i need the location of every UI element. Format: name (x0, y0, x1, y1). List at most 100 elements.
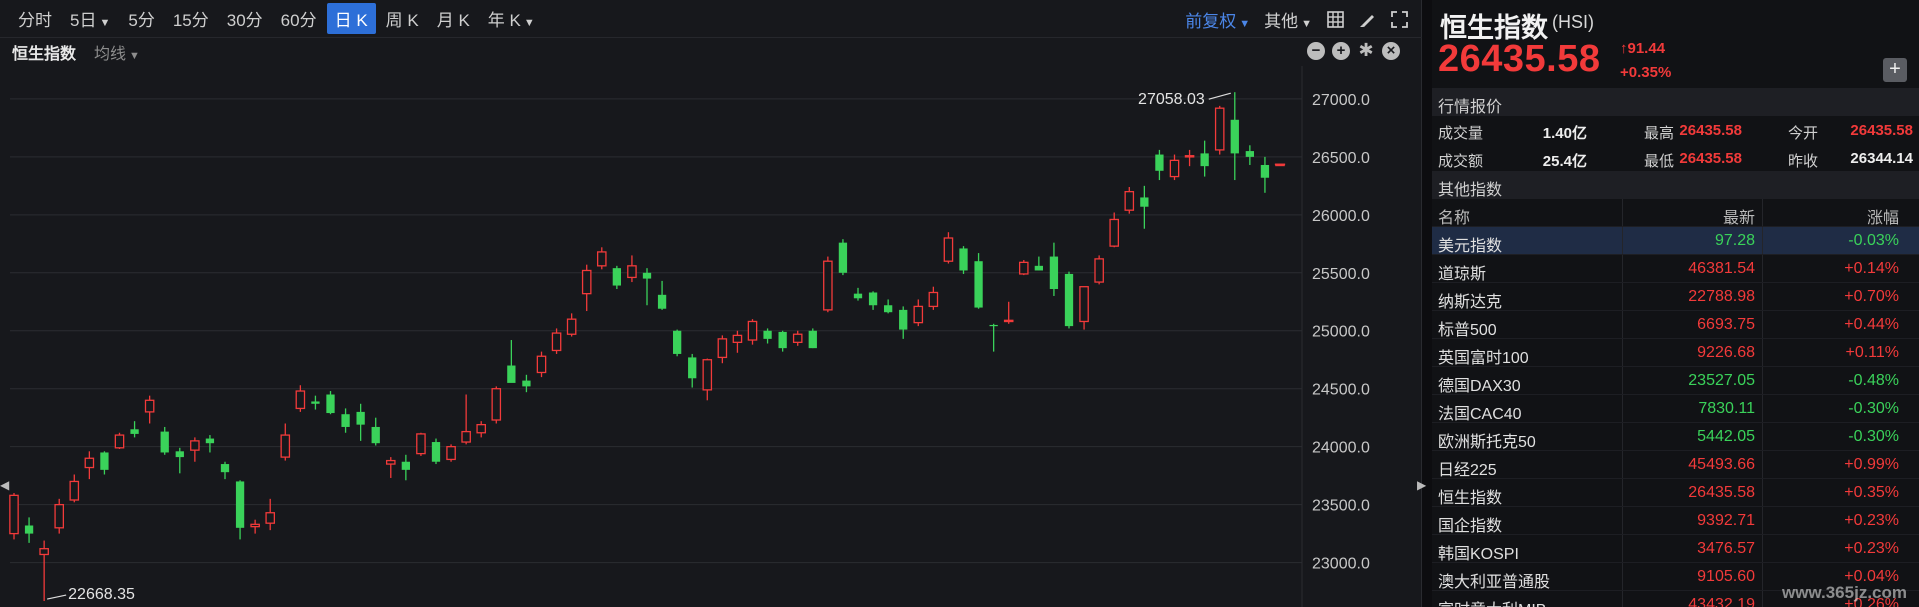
candle-body (401, 461, 411, 470)
price-change: ↑91.44 (1620, 40, 1665, 57)
index-row-latest: 9226.68 (1697, 344, 1755, 361)
candle-body (190, 440, 200, 451)
max-label: 27058.03 (1138, 91, 1205, 108)
period-tab[interactable]: 5分 (120, 3, 162, 34)
quote-label: 今开 (1788, 125, 1819, 142)
chevron-down-icon: ▼ (523, 17, 535, 29)
quote-value: 26435.58 (1679, 150, 1742, 167)
period-tab-label: 5分 (128, 11, 155, 30)
candle-body (959, 248, 968, 271)
period-tab[interactable]: 周 K (378, 3, 427, 34)
index-row-change: +0.23% (1844, 512, 1899, 529)
candle-body (838, 242, 848, 273)
chevron-down-icon: ▼ (99, 17, 111, 29)
period-tab[interactable]: 年 K ▼ (480, 3, 543, 34)
index-row[interactable]: 国企指数 9392.71 +0.23% (1432, 507, 1919, 535)
candle-body (974, 261, 983, 308)
index-row-change: +0.35% (1844, 484, 1899, 501)
quote-header: 恒生指数 (HSI) 26435.58 ↑91.44 +0.35% + (1432, 0, 1919, 88)
period-tab[interactable]: 分时 (10, 3, 60, 34)
add-watchlist-button[interactable]: + (1883, 58, 1907, 82)
quote-section-header: 行情报价 (1432, 88, 1919, 116)
candle-body (461, 430, 471, 443)
index-row[interactable]: 恒生指数 26435.58 +0.35% (1432, 479, 1919, 507)
candle-body (235, 481, 245, 528)
index-row-name: 法国CAC40 (1438, 406, 1522, 423)
grid-icon[interactable] (1326, 10, 1344, 28)
zoom-out-icon[interactable]: − (1307, 42, 1325, 60)
collapse-right-icon[interactable]: ▶ (1417, 478, 1427, 502)
index-row-name: 欧洲斯托克50 (1438, 434, 1536, 451)
period-tab-label: 周 K (385, 11, 419, 30)
index-row[interactable]: 韩国KOSPI 3476.57 +0.23% (1432, 535, 1919, 563)
index-row[interactable]: 美元指数 97.28 -0.03% (1432, 227, 1919, 255)
settings-icon[interactable]: ✱ (1357, 41, 1375, 60)
other-dropdown[interactable]: 其他 ▼ (1264, 7, 1312, 32)
period-tab[interactable]: 月 K (429, 3, 478, 34)
candle-body (416, 433, 426, 455)
zoom-in-icon[interactable]: + (1332, 42, 1350, 60)
candle-body (596, 251, 607, 267)
candle-body (295, 390, 306, 410)
period-tab[interactable]: 60分 (273, 3, 325, 34)
adjust-dropdown[interactable]: 前复权 ▼ (1185, 7, 1250, 32)
draw-icon[interactable] (1358, 10, 1376, 28)
candle-body (220, 464, 230, 473)
index-row[interactable]: 法国CAC40 7830.11 -0.30% (1432, 395, 1919, 423)
y-tick-label: 26000.0 (1312, 208, 1370, 225)
y-tick-label: 25000.0 (1312, 324, 1370, 341)
index-row-latest: 45493.66 (1688, 456, 1755, 473)
candle-body (371, 426, 380, 444)
candle-body (326, 394, 335, 414)
candle-body (205, 438, 215, 444)
y-tick-label: 25500.0 (1312, 266, 1370, 283)
candle-body (1003, 319, 1014, 323)
index-row[interactable]: 日经225 45493.66 +0.99% (1432, 451, 1919, 479)
candle-body (853, 293, 863, 299)
watermark: www.365jz.com (1781, 583, 1907, 602)
period-tab-label: 30分 (226, 11, 263, 30)
index-row-name: 澳大利亚普通股 (1438, 574, 1551, 591)
candle-body (476, 423, 487, 434)
close-icon[interactable]: × (1382, 42, 1400, 60)
period-tab[interactable]: 日 K (326, 3, 376, 34)
index-row-name: 日经225 (1438, 462, 1497, 479)
candle-body (250, 523, 260, 528)
candle-body (265, 512, 276, 524)
candle-body (1049, 256, 1059, 290)
index-row[interactable]: 纳斯达克 22788.98 +0.70% (1432, 283, 1919, 311)
candle-body (899, 309, 908, 330)
period-tab-label: 日 K (334, 11, 368, 30)
period-tab[interactable]: 15分 (165, 3, 217, 34)
max-arrow-icon (1208, 92, 1231, 100)
index-row-latest: 46381.54 (1688, 260, 1755, 277)
period-tab[interactable]: 30分 (219, 3, 271, 34)
index-row-latest: 9105.60 (1697, 568, 1755, 585)
y-tick-label: 24500.0 (1312, 382, 1370, 399)
collapse-left-icon[interactable]: ◀ (0, 478, 9, 502)
index-row-name: 德国DAX30 (1438, 378, 1521, 395)
adjust-label: 前复权 (1185, 11, 1237, 31)
index-row[interactable]: 道琼斯 46381.54 +0.14% (1432, 255, 1919, 283)
candle-body (114, 434, 125, 449)
fullscreen-icon[interactable] (1390, 10, 1408, 28)
ma-dropdown[interactable]: 均线 ▼ (94, 40, 140, 64)
index-row-name: 标普500 (1438, 322, 1497, 339)
candle-body (989, 324, 998, 327)
index-row-change: -0.30% (1848, 400, 1899, 417)
candle-body (446, 446, 456, 461)
candlestick-chart[interactable]: 27000.0 26500.0 26000.0 25500.0 25000.0 24500… (0, 66, 1422, 607)
candle-body (627, 265, 637, 279)
y-tick-label: 24000.0 (1312, 440, 1370, 457)
candle-body (566, 318, 577, 335)
index-row[interactable]: 英国富时100 9226.68 +0.11% (1432, 339, 1919, 367)
candle-body (1064, 273, 1074, 327)
index-row-name: 英国富时100 (1438, 350, 1529, 367)
chevron-down-icon: ▼ (1301, 17, 1312, 30)
index-row-latest: 26435.58 (1688, 484, 1755, 501)
index-row[interactable]: 欧洲斯托克50 5442.05 -0.30% (1432, 423, 1919, 451)
index-row[interactable]: 德国DAX30 23527.05 -0.48% (1432, 367, 1919, 395)
period-tab[interactable]: 5日 ▼ (62, 3, 118, 34)
candle-body (69, 480, 80, 501)
index-row[interactable]: 标普500 6693.75 +0.44% (1432, 311, 1919, 339)
